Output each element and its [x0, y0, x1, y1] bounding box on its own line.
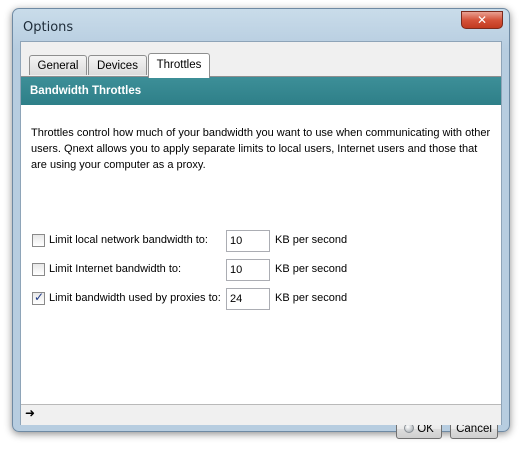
dialog-body: General Devices Throttles Bandwidth Thro… — [20, 41, 502, 439]
internet-throttle-checkbox[interactable] — [32, 263, 45, 276]
internet-throttle-input[interactable] — [226, 259, 270, 281]
proxy-throttle-checkbox[interactable]: ✓ — [32, 290, 45, 305]
close-icon: ✕ — [476, 13, 488, 27]
section-description: Throttles control how much of your bandw… — [31, 127, 491, 171]
internet-throttle-unit: KB per second — [275, 263, 348, 275]
local-throttle-label: Limit local network bandwidth to: — [49, 234, 208, 246]
local-throttle-input[interactable] — [226, 230, 270, 252]
right-arrow-icon: ➜ — [25, 406, 36, 420]
status-bar: ➜ — [21, 404, 501, 425]
throttles-panel: Bandwidth Throttles Throttles control ho… — [21, 76, 501, 439]
tab-devices[interactable]: Devices — [88, 55, 147, 75]
local-throttle-checkbox[interactable] — [32, 234, 45, 247]
proxy-throttle-unit: KB per second — [275, 292, 348, 304]
proxy-throttle-input[interactable] — [226, 288, 270, 310]
tab-throttles[interactable]: Throttles — [148, 53, 210, 78]
internet-throttle-label: Limit Internet bandwidth to: — [49, 263, 182, 275]
proxy-throttle-label: Limit bandwidth used by proxies to: — [49, 292, 221, 304]
options-window: Options ✕ General Devices Throttles Band… — [12, 8, 510, 439]
tab-general[interactable]: General — [29, 55, 87, 75]
title-bar[interactable]: Options ✕ — [13, 9, 509, 39]
window-title: Options — [23, 20, 74, 35]
section-header: Bandwidth Throttles — [21, 77, 501, 105]
checkmark-icon: ✓ — [34, 290, 45, 304]
close-button[interactable]: ✕ — [461, 11, 503, 29]
local-throttle-unit: KB per second — [275, 234, 348, 246]
